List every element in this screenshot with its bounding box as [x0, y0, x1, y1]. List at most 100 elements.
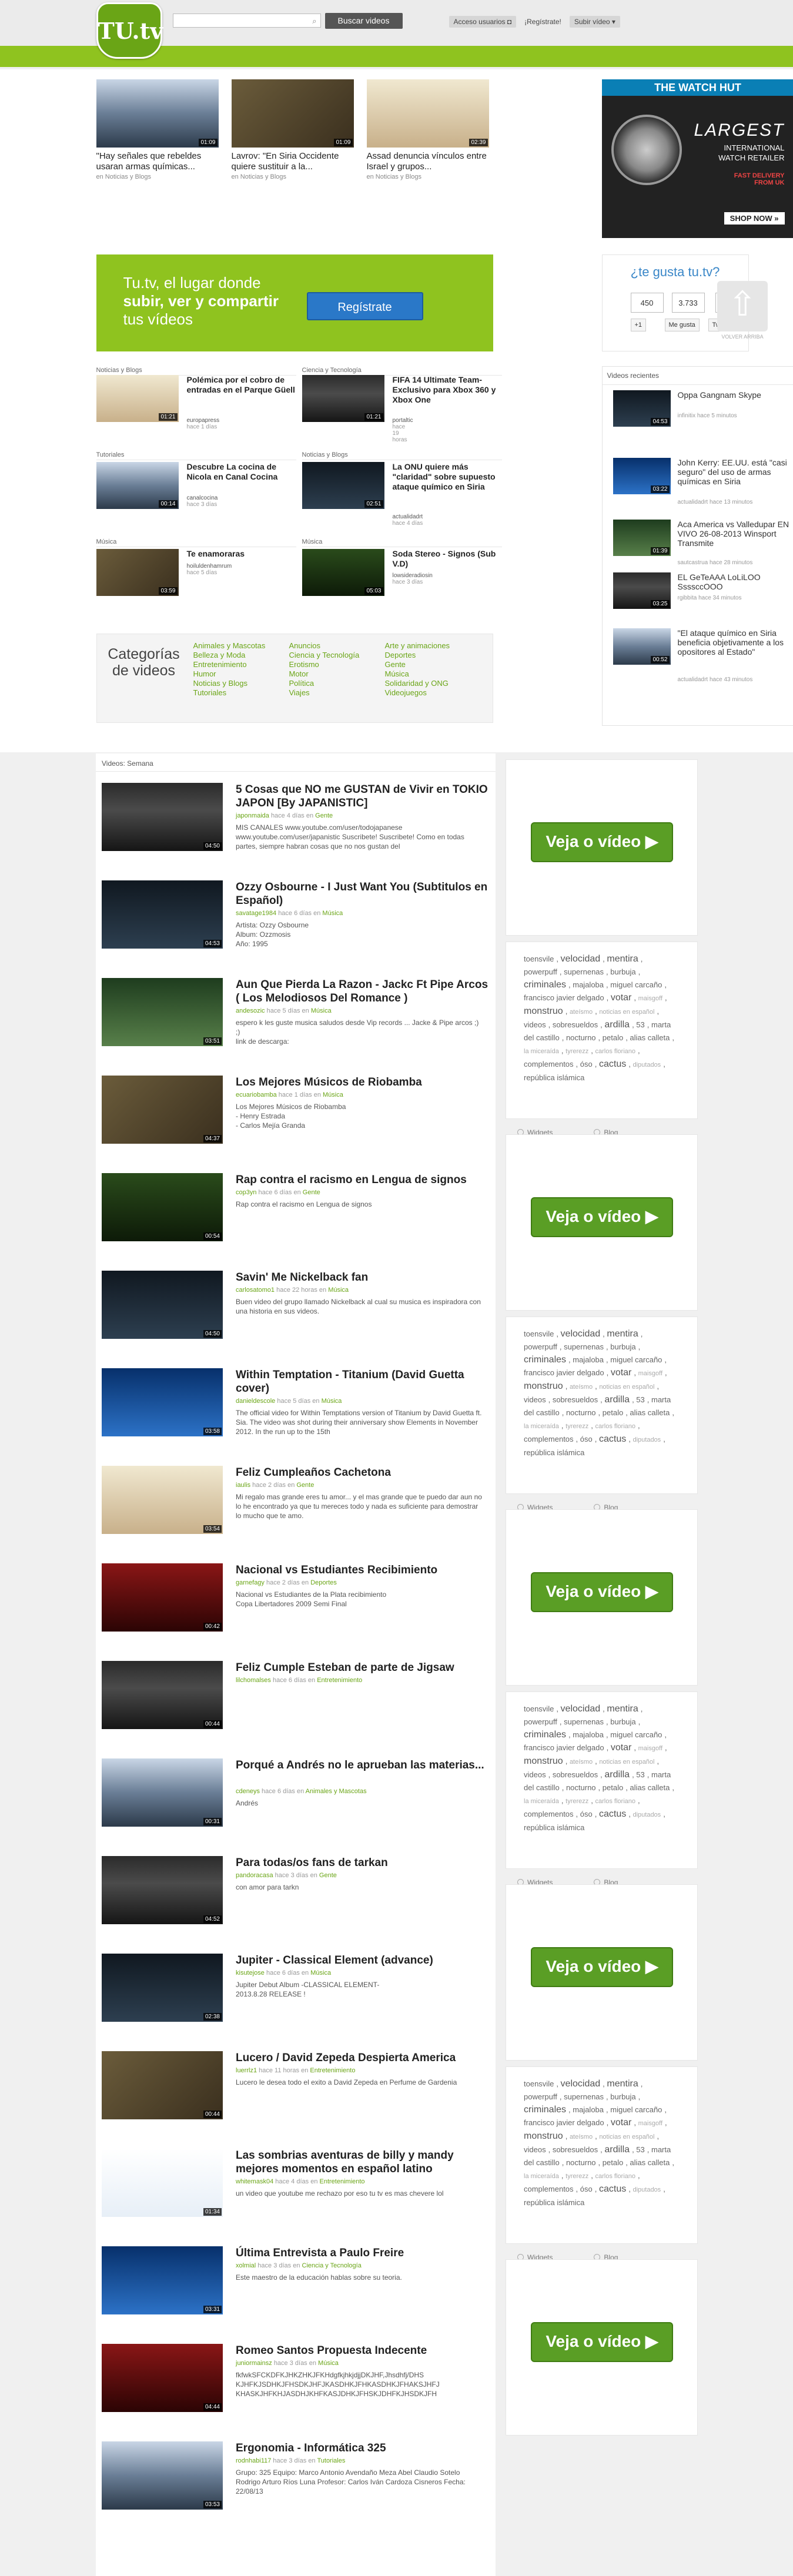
grid-category[interactable]: Música	[96, 538, 296, 547]
video-title[interactable]: Rap contra el racismo en Lengua de signo…	[236, 1173, 490, 1187]
tag-link[interactable]: ateísmo	[570, 2133, 593, 2140]
video-title[interactable]: Lucero / David Zepeda Despierta America	[236, 2051, 490, 2065]
tag-link[interactable]: videos	[524, 1395, 546, 1404]
tag-link[interactable]: supernenas	[564, 2092, 604, 2101]
list-item[interactable]: 04:53 Ozzy Osbourne - I Just Want You (Su…	[102, 875, 490, 969]
tag-link[interactable]: videos	[524, 2145, 546, 2154]
tag-link[interactable]: nocturno	[566, 2158, 596, 2167]
video-user[interactable]: japonmaida	[236, 812, 269, 819]
video-title[interactable]: Jupiter - Classical Element (advance)	[236, 1954, 490, 1967]
video-category[interactable]: Gente	[315, 812, 333, 819]
video-title[interactable]: La ONU quiere más "claridad" sobre supue…	[393, 462, 504, 492]
tag-link[interactable]: petalo	[603, 1408, 623, 1417]
video-user[interactable]: infinitix	[678, 413, 696, 419]
search-input[interactable]	[173, 14, 303, 27]
video-title[interactable]: Los Mejores Músicos de Riobamba	[236, 1076, 490, 1089]
tag-link[interactable]: mentira	[607, 1329, 638, 1339]
watch-video-button[interactable]: Veja o vídeo ▶	[531, 1572, 673, 1612]
video-category[interactable]: Música	[310, 1969, 331, 1977]
tag-link[interactable]: francisco javier delgado	[524, 1743, 604, 1752]
video-user[interactable]: cdeneys	[236, 1788, 260, 1795]
video-user[interactable]: cop3yn	[236, 1189, 256, 1196]
list-item[interactable]: 04:50 Savin' Me Nickelback fan carlosatomo…	[102, 1265, 490, 1359]
tag-link[interactable]: noticias en español	[599, 1384, 654, 1391]
video-category[interactable]: Gente	[303, 1189, 320, 1196]
tag-link[interactable]: toensvile	[524, 1704, 554, 1713]
tag-link[interactable]: criminales	[524, 1730, 566, 1740]
video-thumb[interactable]: 03:25	[613, 572, 671, 609]
video-user[interactable]: canalcocina	[187, 495, 218, 501]
category-link[interactable]: Ciencia y Tecnología	[289, 651, 360, 660]
video-user[interactable]: savatage1984	[236, 910, 276, 917]
video-user[interactable]: whitemask04	[236, 2178, 273, 2185]
tag-link[interactable]: óso	[580, 2185, 593, 2193]
video-title[interactable]: FIFA 14 Ultimate Team- Exclusivo para Xb…	[393, 375, 504, 405]
video-title[interactable]: Aun Que Pierda La Razon - Jackc Ft Pipe …	[236, 978, 490, 1005]
tag-link[interactable]: sobresueldos	[553, 2145, 598, 2154]
video-user[interactable]: lowsideradiosin	[393, 572, 433, 579]
like-button[interactable]: Me gusta	[664, 319, 700, 331]
tag-link[interactable]: sobresueldos	[553, 1395, 598, 1404]
tag-link[interactable]: ardilla	[604, 1020, 630, 1030]
video-user[interactable]: europapress	[187, 417, 220, 424]
video-title[interactable]: Savin' Me Nickelback fan	[236, 1271, 490, 1284]
tag-link[interactable]: alias calleta	[630, 1783, 670, 1792]
tag-link[interactable]: tyrerezz	[566, 2173, 588, 2180]
list-item[interactable]: 03:54 Feliz Cumpleaños Cachetona iaulis ha…	[102, 1460, 490, 1554]
category-link[interactable]: Motor	[289, 669, 360, 679]
tag-link[interactable]: carlos floriano	[595, 1423, 635, 1430]
tag-link[interactable]: toensvile	[524, 1329, 554, 1338]
tag-link[interactable]: carlos floriano	[595, 2173, 635, 2180]
tag-link[interactable]: petalo	[603, 2158, 623, 2167]
video-user[interactable]: rgibbita	[678, 595, 697, 601]
video-thumb[interactable]: 04:44	[102, 2344, 223, 2412]
tag-link[interactable]: videos	[524, 1770, 546, 1779]
video-title[interactable]: Feliz Cumpleaños Cachetona	[236, 1466, 490, 1479]
carousel-item[interactable]: 02:39 Assad denuncia vínculos entre Isra…	[366, 79, 489, 180]
tag-link[interactable]: majaloba	[573, 1730, 604, 1739]
video-user[interactable]: actualidadrt	[678, 499, 708, 505]
tag-link[interactable]: tyrerezz	[566, 1423, 588, 1430]
video-category[interactable]: Gente	[296, 1482, 314, 1489]
video-category[interactable]: Entretenimiento	[320, 2178, 365, 2185]
tag-link[interactable]: mentira	[607, 2079, 638, 2089]
video-thumb[interactable]: 02:51	[302, 462, 384, 509]
video-user[interactable]: rodnhabi117	[236, 2457, 271, 2464]
tag-link[interactable]: burbuja	[610, 2092, 635, 2101]
video-user[interactable]: lilchomalses	[236, 1677, 271, 1684]
video-user[interactable]: sautcastrua	[678, 560, 708, 566]
carousel-title[interactable]: Lavrov: "En Siria Occidente quiere susti…	[232, 151, 354, 172]
video-title[interactable]: "El ataque químico en Siria beneficia ob…	[678, 628, 789, 656]
tag-link[interactable]: monstruo	[524, 1756, 563, 1766]
video-category[interactable]: Ciencia y Tecnología	[302, 2262, 362, 2269]
video-title[interactable]: Ergonomia - Informática 325	[236, 2441, 490, 2455]
watch-video-button[interactable]: Veja o vídeo ▶	[531, 1947, 673, 1987]
tag-link[interactable]: ateísmo	[570, 1384, 593, 1391]
video-category[interactable]: Animales y Mascotas	[306, 1788, 367, 1795]
register-link[interactable]: ¡Regístrate!	[524, 18, 561, 26]
video-thumb[interactable]: 00:14	[96, 462, 179, 509]
video-title[interactable]: EL GeTeAAA LoLiLOO SsssccOOO	[678, 572, 789, 591]
video-thumb[interactable]: 01:34	[102, 2149, 223, 2217]
watch-ad[interactable]: THE WATCH HUT LARGEST INTERNATIONAL WATC…	[601, 79, 793, 238]
tag-link[interactable]: sobresueldos	[553, 1770, 598, 1779]
list-item[interactable]: 03:31 Última Entrevista a Paulo Freire xol…	[102, 2240, 490, 2334]
video-thumb[interactable]: 05:03	[302, 549, 384, 596]
tag-link[interactable]: monstruo	[524, 2131, 563, 2141]
tag-link[interactable]: velocidad	[561, 1704, 601, 1714]
access-link[interactable]: Acceso usuarios ◘	[449, 16, 517, 28]
tag-link[interactable]: tyrerezz	[566, 1048, 588, 1055]
tag-link[interactable]: burbuja	[610, 1717, 635, 1726]
tag-link[interactable]: monstruo	[524, 1381, 563, 1391]
tag-link[interactable]: complementos	[524, 2185, 574, 2193]
tag-link[interactable]: burbuja	[610, 1342, 635, 1351]
tag-link[interactable]: votar	[611, 1368, 632, 1378]
video-category[interactable]: Tutoriales	[317, 2457, 345, 2464]
tag-link[interactable]: sobresueldos	[553, 1020, 598, 1029]
grid-category[interactable]: Ciencia y Tecnología	[302, 367, 502, 376]
recent-video[interactable]: 00:52 "El ataque químico en Siria benefic…	[613, 628, 789, 683]
list-item[interactable]: 00:31 Porqué a Andrés no le aprueban las …	[102, 1753, 490, 1847]
tag-link[interactable]: diputados	[633, 1436, 661, 1443]
tag-link[interactable]: velocidad	[561, 1329, 601, 1339]
tag-link[interactable]: criminales	[524, 1355, 566, 1365]
